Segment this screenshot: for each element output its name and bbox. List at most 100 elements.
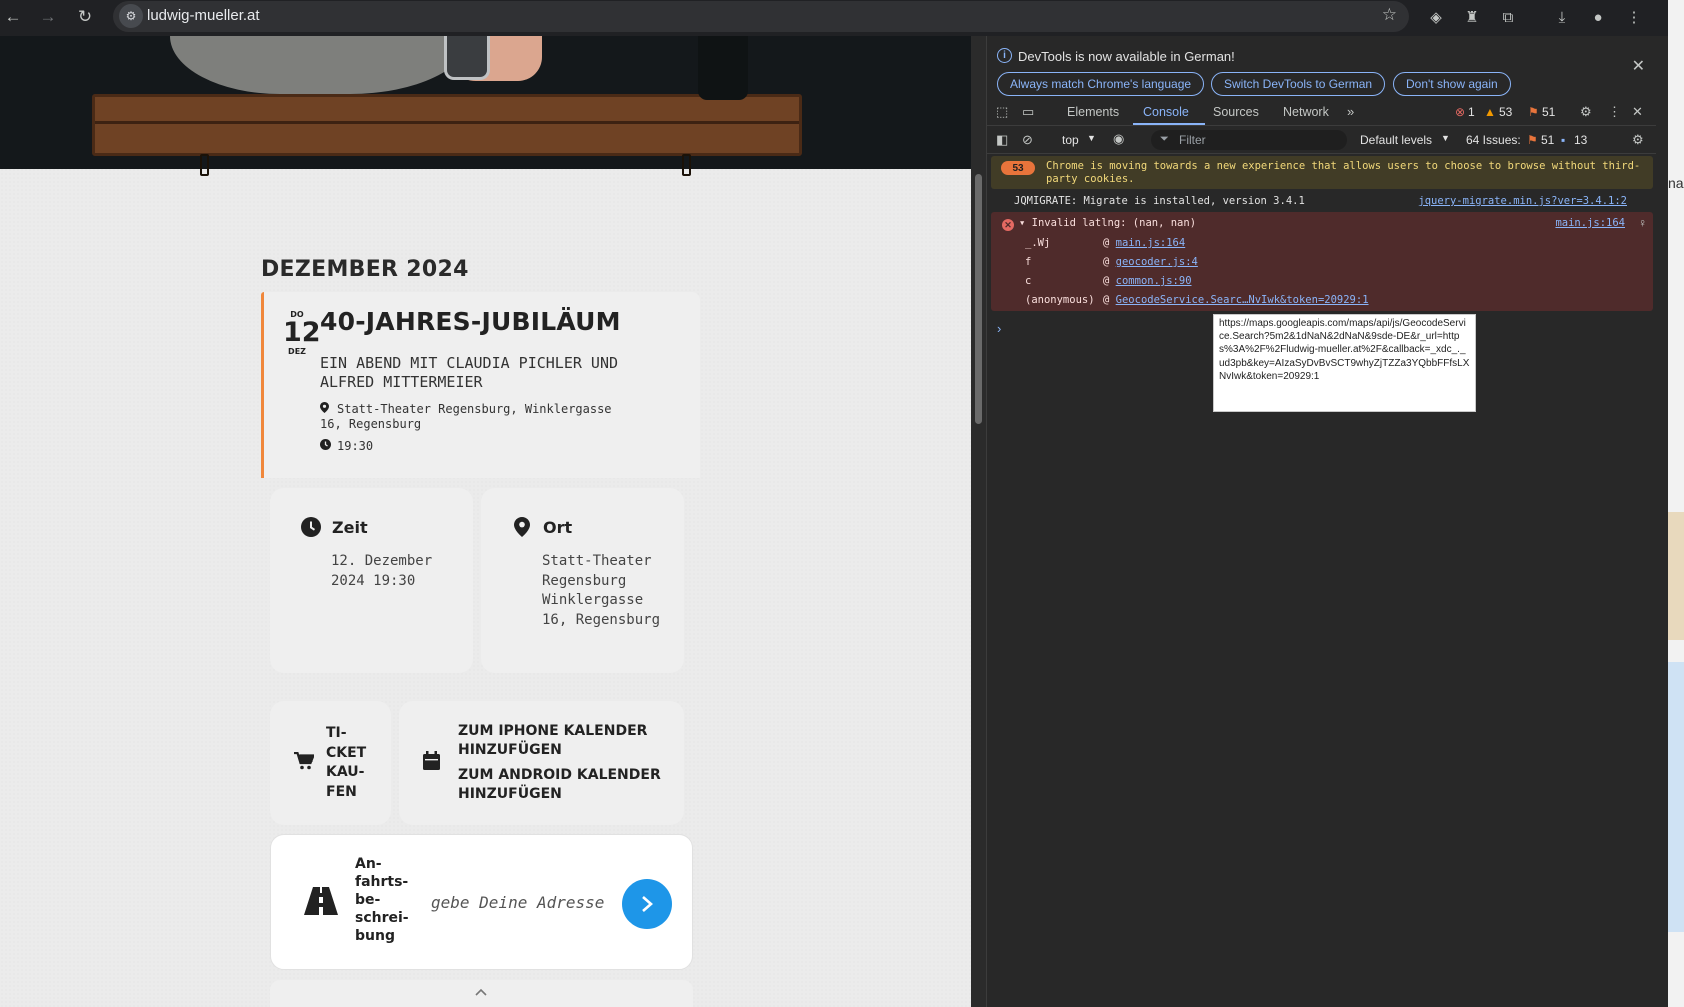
warning-repeat-badge: 53 bbox=[1001, 161, 1035, 175]
background-window-text: nare bbox=[1668, 175, 1684, 191]
stack-src-link[interactable]: main.js:164 bbox=[1116, 237, 1186, 249]
stack-fn: c bbox=[1025, 275, 1032, 287]
stack-frame: f @ geocoder.js:4 bbox=[1025, 256, 1198, 268]
tab-console[interactable]: Console bbox=[1143, 105, 1189, 119]
url-text[interactable]: ludwig-mueller.at bbox=[147, 7, 260, 24]
hero-image bbox=[0, 36, 971, 176]
background-window-edge: nare bbox=[1668, 0, 1684, 1007]
phone-shape bbox=[444, 36, 490, 80]
console-prompt-icon[interactable]: › bbox=[997, 321, 1001, 336]
error-text[interactable]: ▾ Invalid latlng: (nan, nan) bbox=[1019, 217, 1196, 229]
devtools-language-infobar: i DevTools is now available in German! A… bbox=[987, 36, 1657, 99]
log-levels-dropdown[interactable]: Default levels bbox=[1360, 133, 1432, 147]
profile-icon[interactable]: ● bbox=[1586, 5, 1610, 29]
back-icon[interactable]: ← bbox=[0, 4, 26, 30]
stack-frame: _.Wj @ main.js:164 bbox=[1025, 237, 1186, 249]
filter-input[interactable] bbox=[1179, 132, 1339, 148]
tab-network[interactable]: Network bbox=[1283, 105, 1329, 119]
settings-gear-icon[interactable]: ⚙ bbox=[1580, 104, 1592, 120]
error-count-icon: ⊗ bbox=[1455, 105, 1466, 119]
time-card: Zeit 12. Dezember 2024 19:30 bbox=[270, 488, 473, 673]
hat-extension-icon[interactable]: ♜ bbox=[1460, 5, 1484, 29]
event-venue: Statt-Theater Regensburg, Winklergasse 1… bbox=[320, 402, 612, 431]
event-date: DO 12 DEZ bbox=[283, 310, 321, 356]
stack-fn: f bbox=[1025, 256, 1032, 268]
inspect-element-icon[interactable]: ⬚ bbox=[996, 104, 1008, 120]
error-source-link[interactable]: main.js:164 bbox=[1555, 217, 1625, 229]
console-error-message: ✕ ▾ Invalid latlng: (nan, nan) main.js:1… bbox=[991, 212, 1653, 311]
browser-toolbar: ← → ↻ ⚙ ludwig-mueller.at ☆ ◈ ♜ ⧉ ⤓ ● ⋮ bbox=[0, 0, 1684, 36]
dropdown-caret-icon: ▼ bbox=[1441, 133, 1450, 143]
scrollbar-thumb[interactable] bbox=[975, 174, 982, 424]
issues-label[interactable]: 64 Issues: bbox=[1466, 133, 1521, 147]
event-title: 40-JAHRES-JUBILÄUM bbox=[320, 307, 621, 336]
kebab-menu-icon[interactable]: ⋮ bbox=[1608, 104, 1621, 120]
map-pin-icon bbox=[511, 516, 533, 538]
stack-frame: c @ common.js:90 bbox=[1025, 275, 1192, 287]
forward-icon[interactable]: → bbox=[35, 4, 61, 30]
site-settings-icon[interactable]: ⚙ bbox=[119, 4, 143, 28]
console-warning-message[interactable]: 53 Chrome is moving towards a new experi… bbox=[991, 156, 1653, 189]
eye-icon[interactable]: ◉ bbox=[1113, 131, 1124, 147]
directions-submit-button[interactable] bbox=[622, 879, 672, 929]
device-toolbar-icon[interactable]: ▭ bbox=[1022, 104, 1034, 120]
menu-icon[interactable]: ⋮ bbox=[1622, 5, 1646, 29]
latch-shape bbox=[682, 154, 691, 176]
info-text: JQMIGRATE: Migrate is installed, version… bbox=[1014, 195, 1305, 207]
warning-count[interactable]: 53 bbox=[1499, 105, 1512, 119]
bottle-shape bbox=[698, 36, 748, 100]
stack-src-link[interactable]: GeocodeService.Searc…NvIwk&token=20929:1 bbox=[1116, 294, 1369, 306]
stack-fn: (anonymous) bbox=[1025, 294, 1095, 306]
warning-count-icon: ▲ bbox=[1484, 105, 1496, 119]
download-icon[interactable]: ⤓ bbox=[1550, 5, 1574, 29]
event-day: 12 bbox=[283, 317, 321, 348]
event-time-line: 19:30 bbox=[320, 439, 373, 453]
location-card-label: Ort bbox=[543, 517, 573, 537]
page-scrollbar[interactable] bbox=[971, 36, 986, 1007]
info-icon: i bbox=[997, 48, 1012, 63]
warning-text: Chrome is moving towards a new experienc… bbox=[1046, 160, 1641, 185]
more-tabs-icon[interactable]: » bbox=[1347, 104, 1354, 119]
add-iphone-calendar-link[interactable]: ZUM IPHONE KALENDER HINZUFÜGEN bbox=[458, 722, 668, 761]
info-source-link[interactable]: jquery-migrate.min.js?ver=3.4.1:2 bbox=[1418, 195, 1627, 207]
extensions-icon[interactable]: ⧉ bbox=[1496, 5, 1520, 29]
add-android-calendar-link[interactable]: ZUM ANDROID KALENDER HINZUFÜGEN bbox=[458, 766, 668, 805]
shield-extension-icon[interactable]: ◈ bbox=[1424, 5, 1448, 29]
stack-src-link[interactable]: common.js:90 bbox=[1116, 275, 1192, 287]
bookmark-star-icon[interactable]: ☆ bbox=[1382, 5, 1397, 25]
collapse-toggle[interactable] bbox=[270, 980, 693, 1007]
address-bar[interactable]: ⚙ ludwig-mueller.at ☆ bbox=[113, 1, 1409, 32]
issues-info-count[interactable]: 13 bbox=[1574, 133, 1587, 147]
directions-label: An- fahrts- be- schrei- bung bbox=[355, 856, 409, 944]
switch-to-german-button[interactable]: Switch DevTools to German bbox=[1211, 72, 1386, 96]
buy-ticket-button[interactable]: TI- CKET KAU- FEN bbox=[270, 701, 391, 825]
event-card[interactable]: DO 12 DEZ 40-JAHRES-JUBILÄUM EIN ABEND M… bbox=[261, 292, 700, 478]
event-month: DEZ bbox=[288, 347, 306, 356]
background-window-panel bbox=[1668, 662, 1684, 932]
context-selector[interactable]: top bbox=[1062, 133, 1079, 147]
sidebar-toggle-icon[interactable]: ◧ bbox=[996, 132, 1008, 148]
calendar-card: ZUM IPHONE KALENDER HINZUFÜGEN ZUM ANDRO… bbox=[399, 701, 684, 825]
close-icon[interactable]: ✕ bbox=[1632, 104, 1643, 120]
close-icon[interactable]: ✕ bbox=[1632, 56, 1645, 76]
reload-icon[interactable]: ↻ bbox=[72, 4, 98, 30]
tab-sources[interactable]: Sources bbox=[1213, 105, 1259, 119]
filter-box[interactable]: ⏷ bbox=[1151, 130, 1347, 150]
error-icon: ✕ bbox=[1002, 219, 1014, 231]
lightbulb-icon[interactable]: ♀ bbox=[1638, 216, 1647, 230]
console-settings-icon[interactable]: ⚙ bbox=[1632, 132, 1644, 148]
calendar-links: ZUM IPHONE KALENDER HINZUFÜGEN ZUM ANDRO… bbox=[458, 722, 668, 805]
address-input[interactable] bbox=[431, 887, 606, 917]
tab-elements[interactable]: Elements bbox=[1067, 105, 1119, 119]
always-match-language-button[interactable]: Always match Chrome's language bbox=[997, 72, 1205, 96]
background-window-panel bbox=[1668, 512, 1684, 640]
dont-show-again-button[interactable]: Don't show again bbox=[1393, 72, 1511, 96]
error-count[interactable]: 1 bbox=[1468, 105, 1475, 119]
stack-frame: (anonymous) @ GeocodeService.Searc…NvIwk&… bbox=[1025, 294, 1369, 306]
issues-count[interactable]: 51 bbox=[1542, 105, 1555, 119]
time-card-label: Zeit bbox=[332, 517, 368, 537]
clear-console-icon[interactable]: ⊘ bbox=[1022, 132, 1033, 148]
devtools-scrollbar[interactable] bbox=[1656, 36, 1668, 1007]
stack-src-link[interactable]: geocoder.js:4 bbox=[1116, 256, 1198, 268]
issues-warn-count[interactable]: 51 bbox=[1541, 133, 1554, 147]
